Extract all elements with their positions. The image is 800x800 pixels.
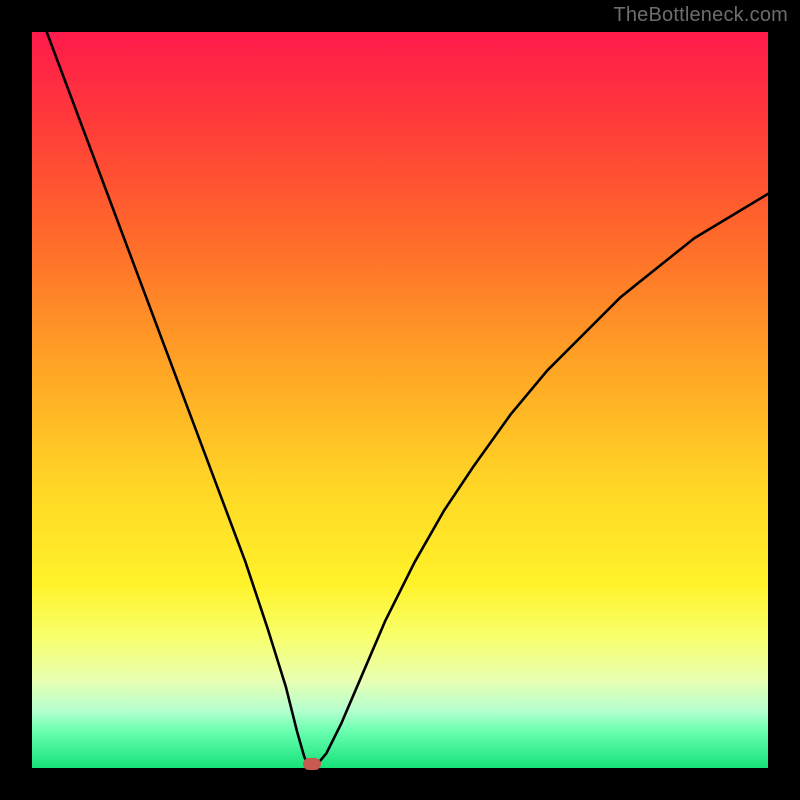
bottleneck-curve-path — [47, 32, 768, 767]
curve-layer — [32, 32, 768, 768]
watermark-text: TheBottleneck.com — [613, 4, 788, 27]
chart-frame: TheBottleneck.com — [0, 0, 800, 800]
minimum-marker — [303, 758, 321, 770]
plot-area — [32, 32, 768, 768]
